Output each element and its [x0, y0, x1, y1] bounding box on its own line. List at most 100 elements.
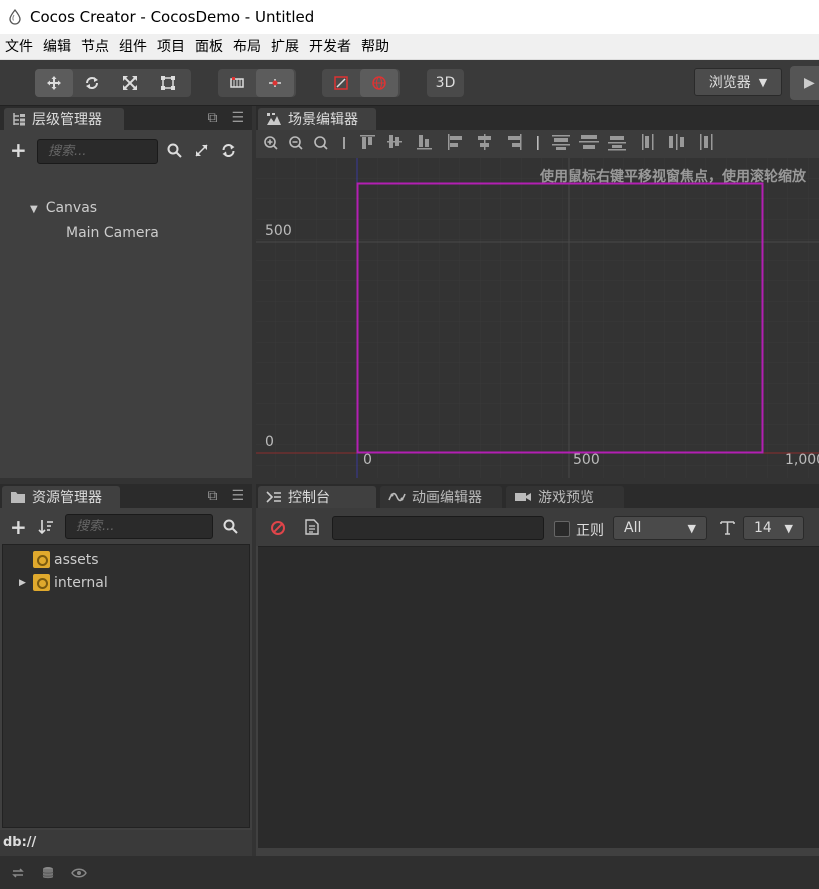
scene-tab-label: 场景编辑器: [288, 112, 358, 128]
dropdown-arrow-icon: ▼: [687, 521, 696, 535]
align-left-icon: [448, 134, 462, 150]
clear-console-icon[interactable]: [270, 520, 286, 536]
menu-file[interactable]: 文件: [0, 34, 38, 60]
scale-tool-button[interactable]: [111, 69, 149, 97]
align-top-icon: [360, 135, 375, 149]
log-level-value: All: [624, 520, 642, 536]
preview-platform-label: 浏览器: [708, 75, 751, 91]
align-vcenter-icon: [387, 135, 402, 148]
asset-db-icon: [33, 551, 50, 568]
menu-node[interactable]: 节点: [76, 34, 114, 60]
assets-tab-label: 资源管理器: [32, 490, 102, 506]
menu-icon[interactable]: ☰: [231, 110, 244, 126]
mode-3d-button[interactable]: 3D: [427, 69, 464, 97]
tree-node-canvas[interactable]: ▼ Canvas: [30, 200, 97, 216]
game-preview-tab-label: 游戏预览: [538, 490, 594, 506]
assets-tools: + 搜索...: [0, 508, 252, 544]
axis-label-y-500: 500: [265, 223, 292, 239]
rect-tool-button[interactable]: [149, 69, 187, 97]
search-icon[interactable]: [167, 143, 182, 158]
hierarchy-tabbar: 层级管理器 ⧉ ☰: [0, 106, 252, 130]
hierarchy-body: + 搜索... ▼ Canvas Main Camera: [0, 130, 252, 478]
hierarchy-search-input[interactable]: 搜索...: [37, 139, 158, 164]
assets-search-input[interactable]: 搜索...: [65, 514, 213, 539]
sync-icon[interactable]: [11, 866, 25, 880]
local-coord-button[interactable]: [322, 69, 360, 97]
database-icon[interactable]: [41, 866, 55, 880]
tab-game-preview[interactable]: 游戏预览: [506, 486, 624, 508]
asset-folder-internal[interactable]: ▶ internal: [19, 574, 108, 591]
tab-console[interactable]: 控制台: [258, 486, 376, 508]
rect-transform-icon: [161, 76, 175, 90]
world-coord-button[interactable]: [360, 69, 398, 97]
scene-icon: [267, 113, 281, 125]
scene-grid: [256, 158, 819, 478]
pivot-local-button[interactable]: [218, 69, 256, 97]
dropdown-arrow-icon: ▼: [784, 521, 793, 535]
play-preview-button[interactable]: ▶: [790, 66, 819, 100]
align-right-icon: [508, 134, 522, 150]
eye-icon[interactable]: [71, 867, 87, 879]
log-file-icon[interactable]: [305, 519, 319, 535]
folder-tab-icon: [11, 492, 25, 503]
preview-platform-select[interactable]: 浏览器 ▼: [694, 68, 782, 96]
asset-path-bar: db://: [0, 830, 252, 856]
tab-hierarchy[interactable]: 层级管理器: [4, 108, 124, 130]
menu-bar: 文件 编辑 节点 组件 项目 面板 布局 扩展 开发者 帮助: [0, 34, 819, 60]
distribute-vcenter-icon: [579, 135, 599, 149]
distribute-hcenter-icon: [669, 134, 684, 150]
console-toolbar: 正则 All ▼ 14 ▼: [256, 508, 819, 546]
popout-icon[interactable]: ⧉: [207, 488, 217, 504]
hierarchy-tool-icons: [167, 143, 236, 158]
expand-arrow-icon[interactable]: ▶: [19, 578, 29, 588]
play-icon: ▶: [804, 75, 815, 91]
move-icon: [47, 76, 61, 90]
console-panel: 控制台 动画编辑器 游戏预览 正则 All ▼ 14 ▼: [256, 484, 819, 856]
menu-extension[interactable]: 扩展: [266, 34, 304, 60]
menu-component[interactable]: 组件: [114, 34, 152, 60]
main-toolbar: 3D 浏览器 ▼ ▶: [0, 60, 819, 106]
expand-icon[interactable]: [194, 143, 209, 158]
font-size-select[interactable]: 14 ▼: [743, 516, 804, 540]
distribute-bottom-icon: [608, 136, 626, 151]
collapse-arrow-icon[interactable]: ▼: [30, 204, 38, 215]
asset-folder-assets-label: assets: [54, 551, 99, 568]
hierarchy-panel-actions: ⧉ ☰: [207, 110, 244, 126]
scene-editor-panel: 场景编辑器 使用鼠标右键平移视窗焦点，使用滚轮缩放 500 0 0 500 1,…: [256, 106, 819, 478]
menu-help[interactable]: 帮助: [356, 34, 394, 60]
search-icon[interactable]: [223, 519, 238, 534]
menu-icon[interactable]: ☰: [231, 488, 244, 504]
menu-project[interactable]: 项目: [152, 34, 190, 60]
hierarchy-tools: + 搜索...: [0, 134, 252, 164]
rotate-tool-button[interactable]: [73, 69, 111, 97]
asset-folder-assets[interactable]: assets: [33, 551, 99, 568]
menu-edit[interactable]: 编辑: [38, 34, 76, 60]
pivot-center-button[interactable]: [256, 69, 294, 97]
hierarchy-tab-label: 层级管理器: [32, 112, 102, 128]
scene-viewport[interactable]: 使用鼠标右键平移视窗焦点，使用滚轮缩放 500 0 0 500 1,000: [256, 158, 819, 478]
sort-icon[interactable]: [38, 519, 54, 535]
log-level-select[interactable]: All ▼: [613, 516, 707, 540]
distribute-right-icon: [700, 134, 713, 150]
console-filter-input[interactable]: [332, 516, 544, 540]
add-node-icon[interactable]: +: [10, 140, 27, 160]
tab-assets[interactable]: 资源管理器: [2, 486, 120, 508]
font-size-icon: [720, 521, 735, 535]
menu-developer[interactable]: 开发者: [304, 34, 356, 60]
zoom-out-icon: [289, 136, 303, 150]
console-output[interactable]: [258, 546, 819, 848]
tab-scene-editor[interactable]: 场景编辑器: [258, 108, 376, 130]
align-hcenter-icon: [478, 134, 491, 150]
status-bar: [0, 856, 819, 889]
popout-icon[interactable]: ⧉: [207, 110, 217, 126]
create-asset-icon[interactable]: +: [10, 517, 27, 537]
regex-label: 正则: [576, 523, 604, 539]
window-title: Cocos Creator - CocosDemo - Untitled: [30, 8, 315, 26]
menu-layout[interactable]: 布局: [228, 34, 266, 60]
refresh-icon[interactable]: [221, 143, 236, 158]
regex-checkbox[interactable]: [554, 521, 570, 537]
menu-panel[interactable]: 面板: [190, 34, 228, 60]
tab-animation-editor[interactable]: 动画编辑器: [380, 486, 502, 508]
tree-node-main-camera[interactable]: Main Camera: [66, 225, 159, 241]
move-tool-button[interactable]: [35, 69, 73, 97]
